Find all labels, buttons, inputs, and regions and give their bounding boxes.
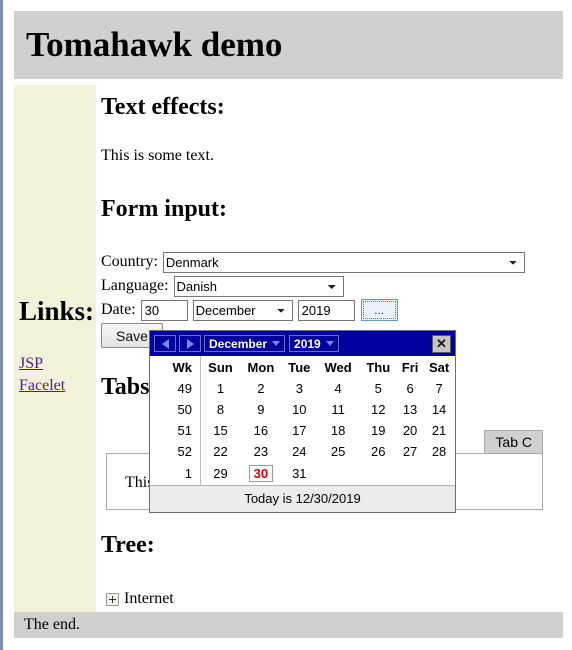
calendar-day-cell[interactable]: 3 — [282, 378, 317, 399]
sidebar: Links: JSP Facelet — [14, 85, 96, 612]
page-root: Tomahawk demo Links: JSP Facelet Text ef… — [0, 0, 572, 650]
calendar-col-tue: Tue — [288, 360, 311, 375]
calendar-day-cell[interactable]: 13 — [397, 399, 423, 420]
heading-form-input: Form input: — [101, 196, 227, 222]
date-row: Date: December ... — [101, 298, 563, 322]
calendar-day-cell[interactable]: 1 — [201, 378, 240, 399]
calendar-col-sun: Sun — [208, 360, 233, 375]
calendar-day-cell[interactable]: 11 — [317, 399, 360, 420]
calendar-day-cell[interactable]: 21 — [423, 420, 455, 441]
calendar-body: 49 1 2 3 4 5 6 7 50 8 9 10 11 12 13 14 51 15 16 17 18 19 20 21 5… — [150, 378, 455, 485]
calendar-day-cell[interactable]: 26 — [360, 441, 397, 462]
language-label: Language: — [101, 277, 169, 294]
calendar-week-row: 1 29 30 31 — [150, 462, 455, 485]
sidebar-link-facelet[interactable]: Facelet — [19, 377, 65, 395]
sidebar-link-jsp[interactable]: JSP — [19, 355, 43, 373]
calendar-prev-button[interactable] — [154, 335, 176, 352]
calendar-day-cell[interactable]: 15 — [201, 420, 240, 441]
calendar-day-cell[interactable]: 6 — [397, 378, 423, 399]
calendar-header-row: Wk Sun Mon Tue Wed Thu Fri Sat — [150, 356, 455, 378]
calendar-day-cell[interactable]: 4 — [317, 378, 360, 399]
calendar-header: December 2019 ✕ — [150, 331, 455, 356]
calendar-day-cell[interactable]: 18 — [317, 420, 360, 441]
plus-box-icon[interactable] — [106, 592, 119, 606]
page-footer: The end. — [14, 612, 563, 638]
calendar-week-number: 1 — [150, 462, 201, 485]
language-row: Language: Danish — [101, 274, 563, 298]
calendar-year-select[interactable]: 2019 — [289, 335, 339, 352]
calendar-day-cell[interactable]: 17 — [282, 420, 317, 441]
calendar-day-cell[interactable]: 9 — [240, 399, 282, 420]
calendar-day-cell[interactable]: 10 — [282, 399, 317, 420]
calendar-col-wed: Wed — [324, 360, 352, 375]
close-icon[interactable]: ✕ — [432, 334, 451, 353]
sidebar-heading: Links: — [19, 296, 95, 326]
arrow-right-icon — [186, 338, 194, 349]
calendar-week-row: 49 1 2 3 4 5 6 7 — [150, 378, 455, 399]
calendar-day-today[interactable]: 30 — [240, 462, 282, 485]
calendar-day-cell[interactable]: 25 — [317, 441, 360, 462]
calendar-footer: Today is 12/30/2019 — [150, 485, 455, 512]
calendar-day-cell[interactable]: 20 — [397, 420, 423, 441]
country-select[interactable]: Denmark — [162, 251, 525, 273]
calendar-week-row: 50 8 9 10 11 12 13 14 — [150, 399, 455, 420]
calendar-week-number: 52 — [150, 441, 201, 462]
arrow-left-icon — [161, 338, 169, 349]
calendar-col-thu: Thu — [366, 360, 391, 375]
calendar-day-cell[interactable]: 7 — [423, 378, 455, 399]
heading-tree: Tree: — [101, 532, 155, 558]
calendar-day-cell[interactable]: 23 — [240, 441, 282, 462]
calendar-year-value: 2019 — [294, 336, 321, 351]
calendar-day-cell[interactable]: 5 — [360, 378, 397, 399]
calendar-popup: December 2019 ✕ Wk Sun Mon Tue Wed Thu F… — [149, 330, 456, 513]
page-title: Tomahawk demo — [26, 25, 283, 64]
calendar-next-button[interactable] — [179, 335, 201, 352]
tree-widget: Internet — [106, 590, 174, 608]
calendar-week-row: 51 15 16 17 18 19 20 21 — [150, 420, 455, 441]
calendar-day-cell[interactable]: 19 — [360, 420, 397, 441]
calendar-day-cell[interactable]: 12 — [360, 399, 397, 420]
calendar-week-row: 52 22 23 24 25 26 27 28 — [150, 441, 455, 462]
country-row: Country: Denmark — [101, 250, 563, 274]
calendar-week-number: 49 — [150, 378, 201, 399]
calendar-day-cell[interactable]: 24 — [282, 441, 317, 462]
calendar-day-cell[interactable]: 2 — [240, 378, 282, 399]
language-select[interactable]: Danish — [173, 275, 344, 297]
calendar-col-wk: Wk — [150, 356, 201, 378]
calendar-col-mon: Mon — [247, 360, 275, 375]
country-label: Country: — [101, 253, 158, 270]
calendar-day-cell[interactable]: 22 — [201, 441, 240, 462]
calendar-col-fri: Fri — [401, 360, 419, 375]
calendar-day-cell[interactable]: 8 — [201, 399, 240, 420]
calendar-day-cell[interactable]: 14 — [423, 399, 455, 420]
calendar-day-label: 30 — [248, 465, 274, 482]
page-banner: Tomahawk demo — [14, 11, 563, 79]
date-month-select[interactable]: December — [192, 299, 293, 321]
calendar-day-cell[interactable]: 28 — [423, 441, 455, 462]
chevron-down-icon — [272, 341, 281, 346]
tab-c[interactable]: Tab C — [484, 430, 543, 453]
text-effects-paragraph: This is some text. — [101, 147, 214, 164]
calendar-grid: Wk Sun Mon Tue Wed Thu Fri Sat 49 1 2 3 4 5 6 7… — [150, 356, 455, 485]
calendar-day-empty — [360, 462, 397, 485]
date-picker-button[interactable]: ... — [360, 299, 398, 321]
date-day-input[interactable] — [140, 299, 188, 321]
calendar-day-cell[interactable]: 31 — [282, 462, 317, 485]
calendar-month-value: December — [209, 336, 268, 351]
calendar-day-empty — [423, 462, 455, 485]
tree-node-internet[interactable]: Internet — [124, 590, 174, 608]
calendar-month-select[interactable]: December — [204, 335, 286, 352]
heading-text-effects: Text effects: — [101, 94, 225, 120]
calendar-day-cell[interactable]: 27 — [397, 441, 423, 462]
chevron-down-icon — [325, 341, 334, 346]
calendar-week-number: 51 — [150, 420, 201, 441]
calendar-week-number: 50 — [150, 399, 201, 420]
date-year-input[interactable] — [297, 299, 355, 321]
calendar-day-cell[interactable]: 16 — [240, 420, 282, 441]
calendar-day-empty — [317, 462, 360, 485]
calendar-col-sat: Sat — [428, 360, 450, 375]
date-label: Date: — [101, 301, 136, 318]
calendar-day-empty — [397, 462, 423, 485]
calendar-day-cell[interactable]: 29 — [201, 462, 240, 485]
